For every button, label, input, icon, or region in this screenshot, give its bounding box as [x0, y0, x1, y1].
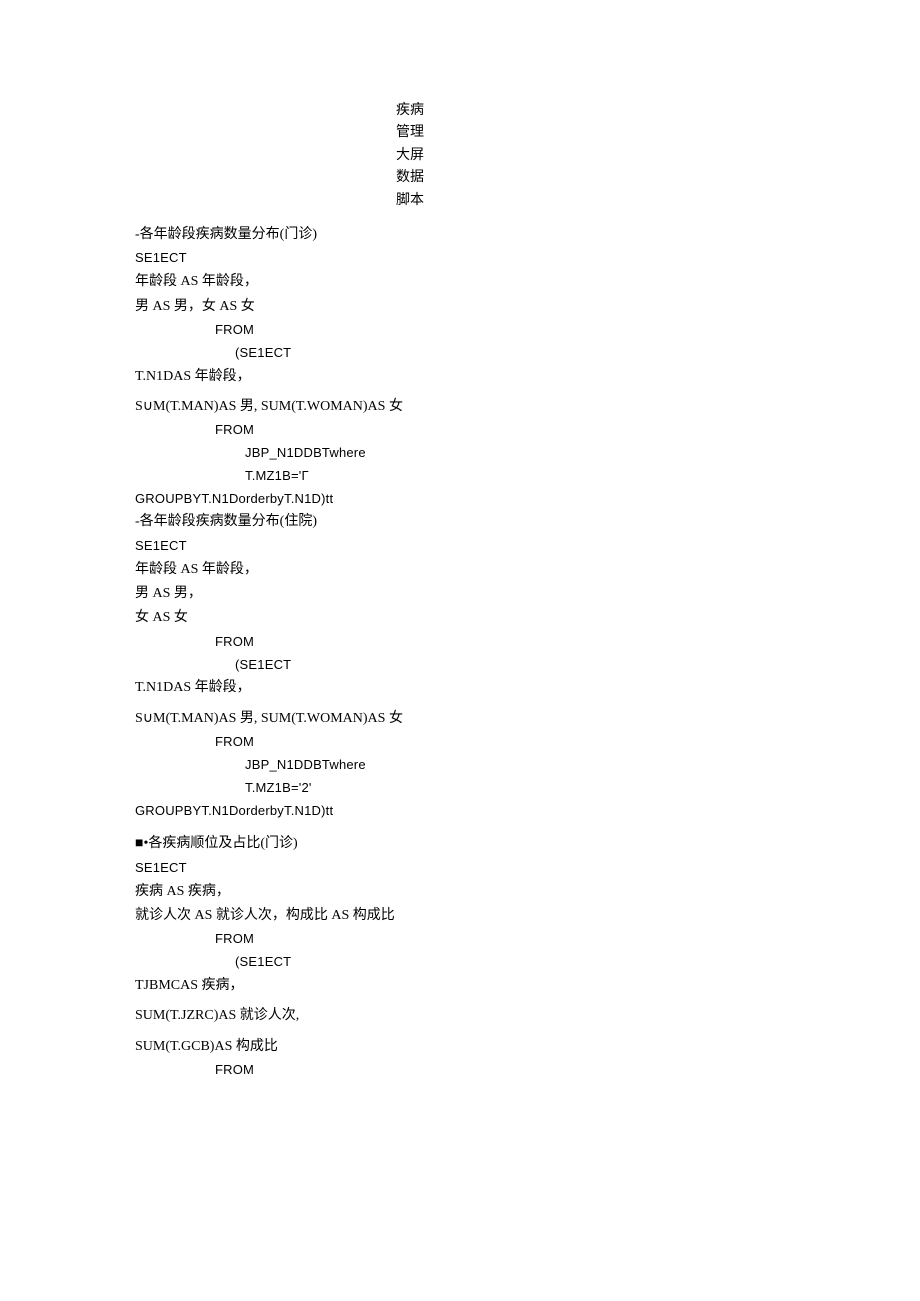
code-line: T.MZ1B='Γ: [135, 466, 785, 487]
spacer: [135, 823, 785, 833]
code-line: FROM: [135, 732, 785, 753]
code-line: S∪M(T.MAN)AS 男, SUM(T.WOMAN)AS 女: [135, 708, 785, 730]
code-line: SE1ECT: [135, 858, 785, 879]
code-line: 男 AS 男，: [135, 583, 785, 605]
section-heading: -各年龄段疾病数量分布(门诊): [135, 224, 785, 246]
code-line: S∪M(T.MAN)AS 男, SUM(T.WOMAN)AS 女: [135, 396, 785, 418]
code-line: FROM: [135, 929, 785, 950]
section-heading: ■•各疾病顺位及占比(门诊): [135, 833, 785, 855]
title-line-1: 疾病: [390, 100, 430, 122]
code-line: 男 AS 男，女 AS 女: [135, 296, 785, 318]
code-line: SUM(T.JZRC)AS 就诊人次,: [135, 1005, 785, 1027]
code-line: TJBMCAS 疾病，: [135, 975, 785, 997]
code-line: SUM(T.GCB)AS 构成比: [135, 1036, 785, 1058]
title-line-2: 管理: [390, 122, 430, 144]
code-line: SE1ECT: [135, 248, 785, 269]
code-line: JBP_N1DDBTwhere: [135, 755, 785, 776]
title-line-4: 数据: [390, 167, 430, 189]
code-line: T.N1DAS 年龄段，: [135, 677, 785, 699]
code-line: (SE1ECT: [135, 655, 785, 676]
document-title: 疾病 管理 大屏 数据 脚本: [390, 100, 430, 212]
code-line: 年龄段 AS 年龄段，: [135, 559, 785, 581]
code-line: 疾病 AS 疾病，: [135, 881, 785, 903]
code-line: FROM: [135, 1060, 785, 1081]
code-line: JBP_N1DDBTwhere: [135, 443, 785, 464]
code-line: T.MZ1B='2': [135, 778, 785, 799]
code-line: T.N1DAS 年龄段，: [135, 366, 785, 388]
code-line: (SE1ECT: [135, 343, 785, 364]
code-line: (SE1ECT: [135, 952, 785, 973]
code-line: GROUPBYT.N1DorderbyT.N1D)tt: [135, 489, 785, 510]
code-line: GROUPBYT.N1DorderbyT.N1D)tt: [135, 801, 785, 822]
code-line: 就诊人次 AS 就诊人次，构成比 AS 构成比: [135, 905, 785, 927]
document-page: 疾病 管理 大屏 数据 脚本 -各年龄段疾病数量分布(门诊) SE1ECT 年龄…: [0, 0, 920, 1123]
title-line-3: 大屏: [390, 145, 430, 167]
code-line: FROM: [135, 632, 785, 653]
code-line: 女 AS 女: [135, 607, 785, 629]
code-line: FROM: [135, 320, 785, 341]
code-line: FROM: [135, 420, 785, 441]
section-heading: -各年龄段疾病数量分布(住院): [135, 511, 785, 533]
code-line: 年龄段 AS 年龄段，: [135, 271, 785, 293]
title-line-5: 脚本: [390, 190, 430, 212]
code-line: SE1ECT: [135, 536, 785, 557]
